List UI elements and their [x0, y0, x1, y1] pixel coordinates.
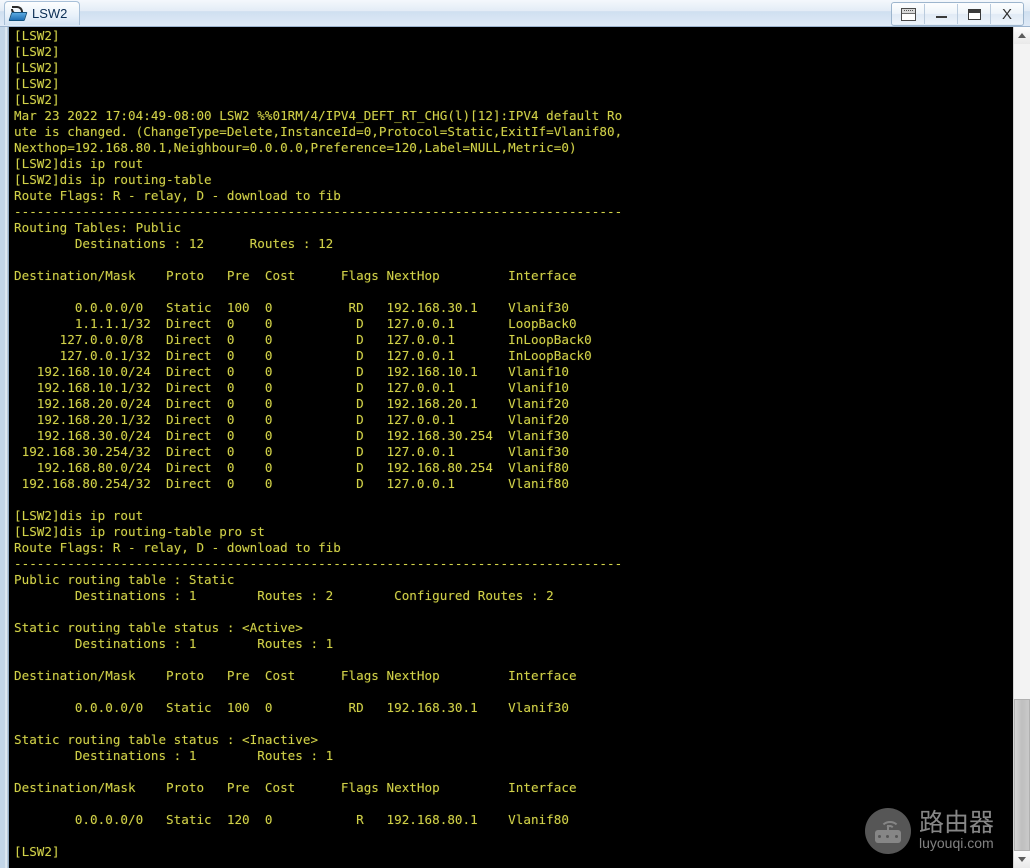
scroll-down-button[interactable]	[1014, 851, 1030, 868]
title-bar: LSW2 X	[0, 0, 1030, 27]
close-button[interactable]: X	[991, 4, 1023, 24]
terminal-output-area[interactable]: [LSW2] [LSW2] [LSW2] [LSW2] [LSW2] Mar 2…	[9, 27, 1017, 868]
scrollbar-track[interactable]	[1014, 44, 1030, 851]
chevron-up-icon	[1018, 33, 1026, 38]
maximize-icon	[967, 8, 981, 20]
cascade-windows-button[interactable]	[892, 4, 925, 24]
terminal-output-text: [LSW2] [LSW2] [LSW2] [LSW2] [LSW2] Mar 2…	[14, 28, 623, 859]
cascade-icon	[900, 7, 916, 21]
chevron-down-icon	[1018, 857, 1026, 862]
page-title: LSW2	[32, 6, 68, 21]
vertical-scrollbar[interactable]	[1013, 27, 1030, 868]
scroll-up-button[interactable]	[1014, 27, 1030, 44]
scrollbar-thumb[interactable]	[1014, 699, 1030, 851]
window-controls: X	[891, 2, 1024, 26]
minimize-icon	[935, 16, 947, 18]
close-icon: X	[1001, 5, 1012, 23]
window-title-tab[interactable]: LSW2	[4, 1, 81, 25]
minimize-button[interactable]	[925, 4, 958, 24]
terminal-frame: [LSW2] [LSW2] [LSW2] [LSW2] [LSW2] Mar 2…	[0, 27, 1030, 868]
terminal-window: LSW2 X [LSW2] [LSW2] [LSW2] [LSW2] [LSW2…	[0, 0, 1030, 868]
network-switch-icon	[8, 5, 28, 22]
maximize-button[interactable]	[958, 4, 991, 24]
